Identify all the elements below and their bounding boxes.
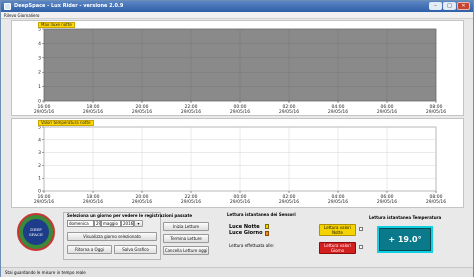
y-tick-label: 0 — [38, 99, 41, 105]
y-tick-label: 3 — [38, 150, 41, 156]
date-picker-year[interactable]: 2016 — [121, 220, 134, 227]
calendar-dropdown-button[interactable]: ▾ — [134, 220, 143, 227]
day-readings-checkbox[interactable] — [359, 245, 363, 249]
x-tick-date-label: 29/05/16 — [279, 109, 299, 115]
day-light-label: Luce Giorno — [229, 230, 263, 236]
light-chart-title: Max lluxe notte — [38, 22, 75, 28]
y-tick-label: 3 — [38, 55, 41, 61]
y-tick-label: 4 — [38, 137, 41, 143]
minimize-button[interactable]: – — [429, 2, 442, 10]
sensor-reading-header: Lettura istantanea dei Sensori — [227, 212, 296, 217]
x-tick-date-label: 29/05/16 — [426, 109, 446, 115]
x-tick-date-label: 29/05/16 — [377, 199, 397, 205]
y-tick-label: 1 — [38, 176, 41, 182]
logo-text-line2: SPACE — [29, 232, 43, 237]
last-reading-label: Lettura effettuata alle: — [229, 243, 275, 248]
maximize-button[interactable]: □ — [443, 2, 456, 10]
read-day-values-button[interactable]: Lettura valori Giorno — [319, 242, 356, 254]
temperature-value: + 19.0° — [388, 235, 422, 244]
status-bar: Stai guardando le misure in tempo reale — [1, 267, 473, 277]
temperature-chart-title: Valori temperatura notte — [38, 120, 94, 126]
night-light-indicator — [265, 224, 269, 229]
back-to-today-button[interactable]: Ritorna a Oggi — [67, 245, 112, 254]
temperature-display: + 19.0° — [377, 226, 433, 253]
x-tick-date-label: 29/05/16 — [181, 109, 201, 115]
x-tick-date-label: 29/05/16 — [34, 109, 54, 115]
temperature-header: Lettura istantanea Temperatura — [369, 215, 442, 220]
stop-reading-button[interactable]: Termina Letture — [163, 234, 209, 243]
x-tick-date-label: 29/05/16 — [230, 109, 250, 115]
y-tick-label: 2 — [38, 70, 41, 76]
date-picker-day[interactable]: domenica — [67, 220, 94, 227]
x-tick-date-label: 29/05/16 — [34, 199, 54, 205]
y-tick-label: 1 — [38, 84, 41, 90]
chart-light-panel: 5 4 3 2 1 0 16:00 29/05/16 18:00 29/05/16 20:00 29/… — [11, 20, 464, 116]
y-tick-label: 0 — [38, 189, 41, 195]
title-bar[interactable]: DeepSpace - Lux Rider - versione 2.0.9 –… — [1, 1, 473, 12]
y-tick-label: 2 — [38, 163, 41, 169]
day-name: domenica — [69, 221, 89, 226]
night-readings-checkbox[interactable] — [359, 227, 363, 231]
light-chart: 54321016:0029/05/1618:0029/05/1620:0029/… — [34, 27, 446, 116]
x-tick-date-label: 29/05/16 — [377, 109, 397, 115]
delete-today-readings-button[interactable]: Cancella Letture oggi — [163, 246, 209, 255]
temperature-chart: 54321016:0029/05/1618:0029/05/1620:0029/… — [34, 125, 446, 206]
menu-bar: Rilevo Giornaliero — [1, 12, 473, 19]
save-chart-button[interactable]: Salva Grafico — [114, 245, 157, 254]
x-tick-date-label: 29/05/16 — [181, 199, 201, 205]
y-tick-label: 4 — [38, 41, 41, 47]
day-light-indicator — [265, 231, 269, 236]
start-reading-button[interactable]: Inizia Letture — [163, 222, 209, 231]
app-icon — [4, 3, 11, 10]
read-night-values-button[interactable]: Lettura valori Notte — [319, 224, 356, 236]
x-tick-date-label: 29/05/16 — [279, 199, 299, 205]
main-window: DeepSpace - Lux Rider - versione 2.0.9 –… — [0, 0, 474, 277]
view-selected-day-button[interactable]: Visualizza giorno selezionato — [67, 232, 157, 241]
x-tick-date-label: 29/05/16 — [83, 199, 103, 205]
x-tick-date-label: 29/05/16 — [132, 199, 152, 205]
date-picker-day-number[interactable]: 29 — [94, 220, 101, 227]
close-button[interactable]: ✕ — [457, 2, 470, 10]
x-tick-date-label: 29/05/16 — [426, 199, 446, 205]
window-title: DeepSpace - Lux Rider - versione 2.0.9 — [14, 3, 124, 9]
status-text: Stai guardando le misure in tempo reale — [5, 270, 86, 275]
chart-temperature-panel: 5 4 3 2 1 0 16:00 29/05/16 18:00 29/05/16 20:00 29/… — [11, 118, 464, 208]
x-tick-date-label: 29/05/16 — [132, 109, 152, 115]
x-tick-date-label: 29/05/16 — [230, 199, 250, 205]
x-tick-date-label: 29/05/16 — [328, 109, 348, 115]
x-tick-date-label: 29/05/16 — [328, 199, 348, 205]
x-tick-date-label: 29/05/16 — [83, 109, 103, 115]
deepspace-logo: DEEP SPACE — [17, 213, 55, 251]
menu-item-daily-reading[interactable]: Rilevo Giornaliero — [4, 13, 39, 18]
date-picker-month[interactable]: maggio — [101, 220, 121, 227]
date-selection-header: Seleziona un giorno per vedere le regist… — [67, 213, 193, 218]
logo-emblem: DEEP SPACE — [23, 219, 49, 245]
